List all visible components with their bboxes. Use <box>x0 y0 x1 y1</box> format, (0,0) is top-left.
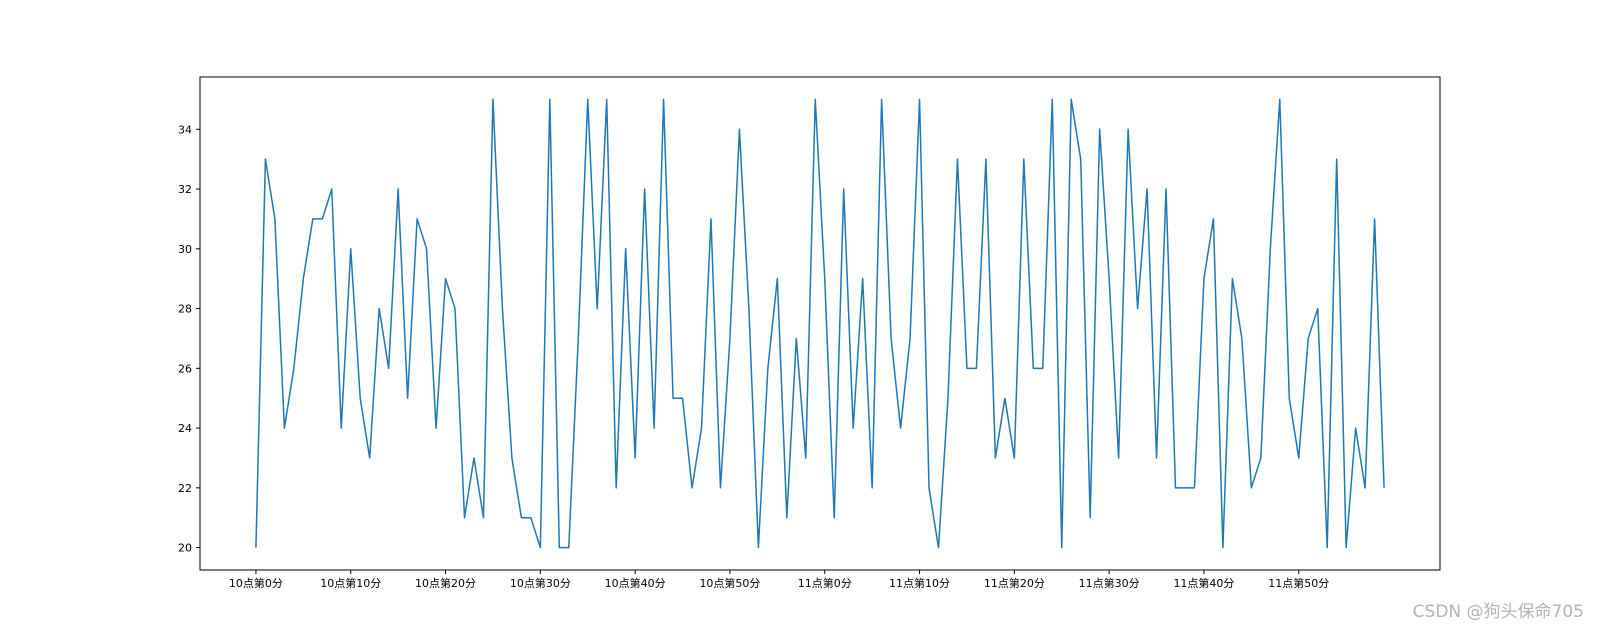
x-tick-label: 11点第50分 <box>1268 576 1329 590</box>
y-tick-label: 28 <box>178 303 192 316</box>
x-tick-label: 11点第40分 <box>1173 576 1234 590</box>
line-chart: 2022242628303234 10点第0分 10点第10分 10点第20分 10点… <box>178 76 1441 590</box>
y-tick-label: 32 <box>178 183 192 196</box>
x-tick-label: 10点第10分 <box>320 576 381 590</box>
series-line <box>255 98 1385 549</box>
x-tick-label: 11点第10分 <box>889 576 950 590</box>
x-tick-label: 11点第0分 <box>798 576 852 590</box>
y-tick-label: 34 <box>178 123 192 136</box>
y-tick-label: 22 <box>178 482 192 495</box>
y-tick-label: 20 <box>178 542 192 555</box>
x-axis-ticks: 10点第0分 10点第10分 10点第20分 10点第30分 10点第40分 10点第50… <box>229 570 1329 590</box>
y-tick-label: 26 <box>178 362 192 375</box>
plot-area-frame <box>199 76 1441 571</box>
y-tick-label: 24 <box>178 422 192 435</box>
x-tick-label: 10点第0分 <box>229 576 283 590</box>
x-tick-label: 10点第30分 <box>510 576 571 590</box>
y-axis-ticks: 20 22 24 26 28 30 32 34 <box>178 123 200 555</box>
x-tick-label: 10点第40分 <box>605 576 666 590</box>
x-tick-label: 11点第30分 <box>1079 576 1140 590</box>
x-tick-label: 10点第20分 <box>415 576 476 590</box>
x-tick-label: 11点第20分 <box>984 576 1045 590</box>
x-tick-label: 10点第50分 <box>699 576 760 590</box>
watermark-text: CSDN @狗头保命705 <box>1412 602 1584 622</box>
y-tick-label: 30 <box>178 243 192 256</box>
